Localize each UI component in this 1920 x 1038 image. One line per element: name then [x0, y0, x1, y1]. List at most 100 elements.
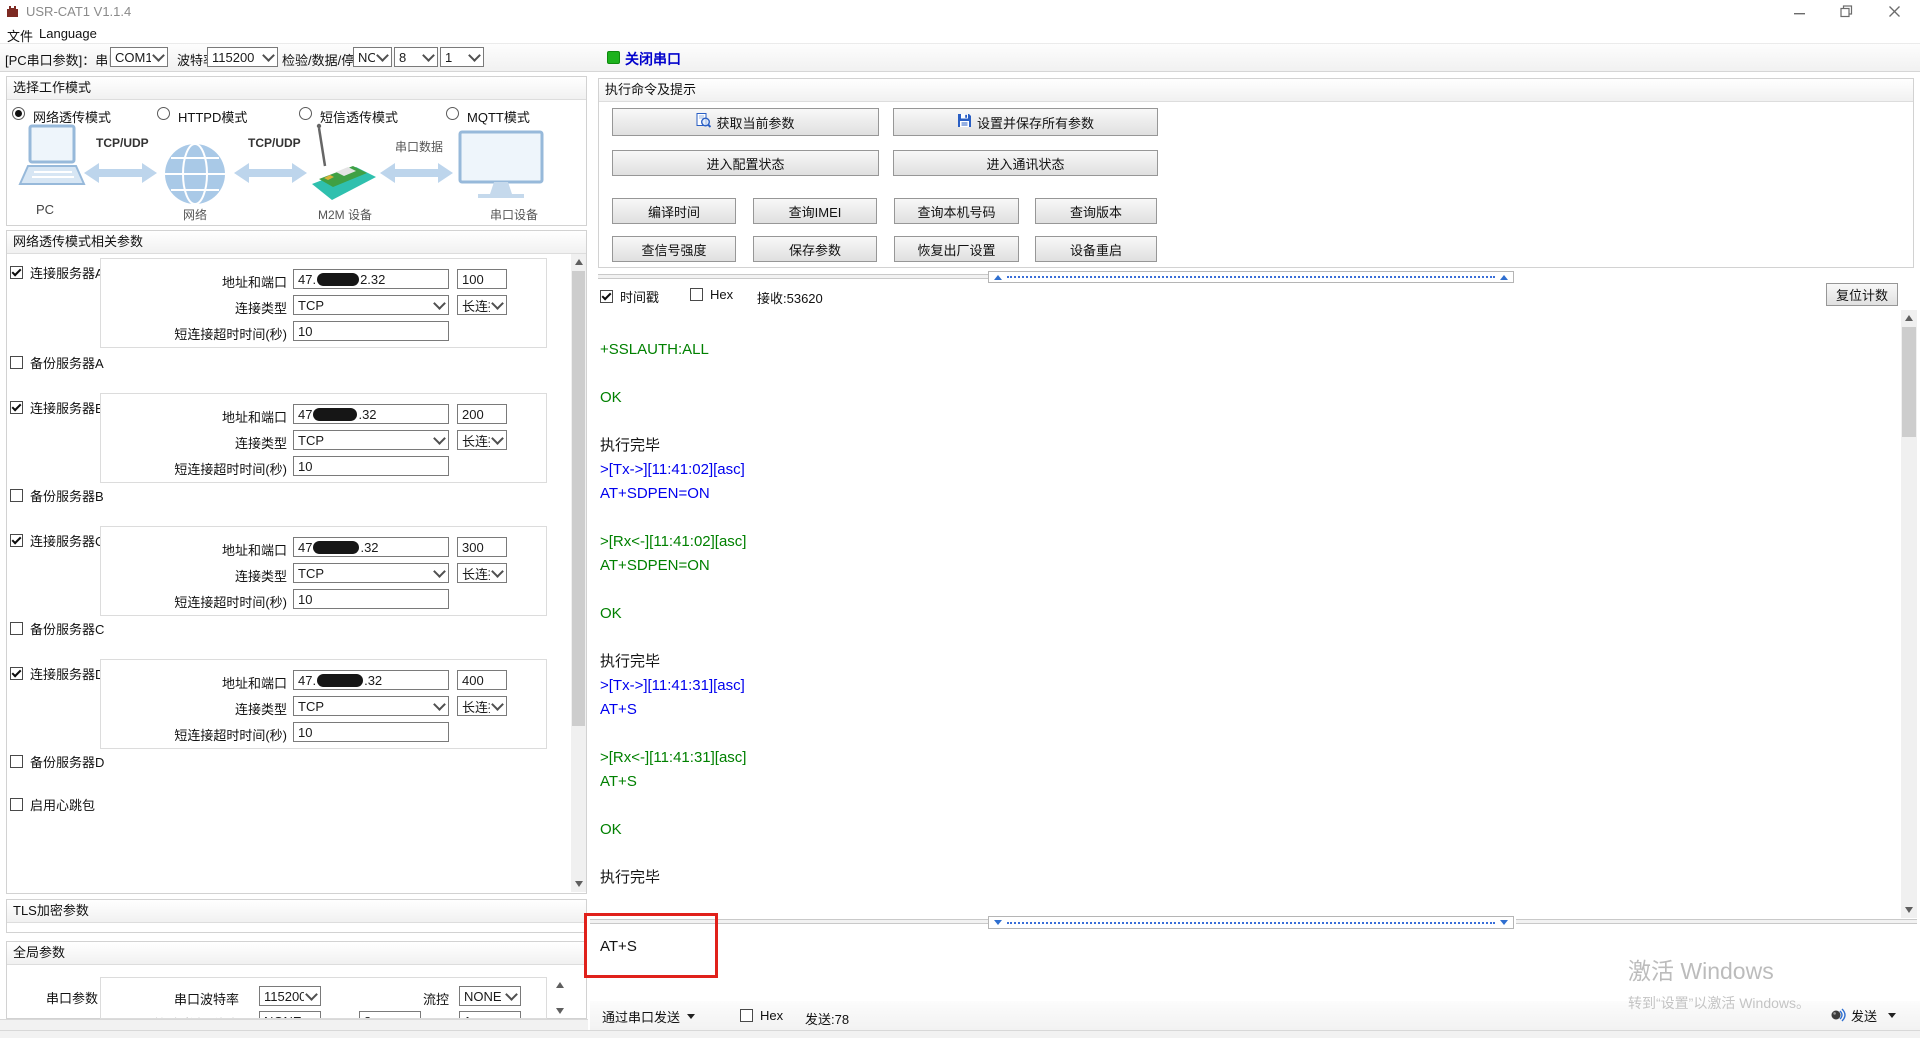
heartbeat-label: 启用心跳包 — [30, 795, 95, 814]
server-a-timeout-input[interactable]: 10 — [293, 321, 449, 341]
keep-value: 长连接 — [462, 431, 490, 450]
send-button[interactable]: 发送 — [1830, 1006, 1896, 1025]
scroll-up-icon[interactable] — [571, 254, 586, 270]
server-b-type-select[interactable]: TCP — [293, 430, 449, 450]
log-line — [600, 578, 1901, 602]
enter-comm-button[interactable]: 进入通讯状态 — [893, 150, 1158, 176]
send-hex-toggle[interactable]: Hex — [740, 1008, 783, 1023]
reset-count-button[interactable]: 复位计数 — [1826, 283, 1898, 306]
keep-value: 长连接 — [462, 564, 490, 583]
send-via-serial-button[interactable]: 通过串口发送 — [602, 1007, 695, 1026]
get-params-button[interactable]: 获取当前参数 — [612, 108, 879, 136]
com-port-select[interactable]: COM10 — [110, 47, 168, 67]
log-hex-toggle[interactable]: Hex — [690, 287, 733, 302]
enter-config-button[interactable]: 进入配置状态 — [612, 150, 879, 176]
server-b-port-input[interactable]: 200 — [457, 404, 507, 424]
radio-httpd-mode[interactable] — [157, 107, 170, 120]
serial-baud-select[interactable]: 115200 — [259, 986, 321, 1006]
server-c-backup[interactable]: 备份服务器C — [10, 619, 104, 638]
radio-sms-mode[interactable] — [299, 107, 312, 120]
timestamp-checkbox[interactable] — [600, 290, 613, 303]
mini-scroll-down-icon[interactable] — [552, 1003, 568, 1018]
close-icon[interactable] — [1888, 5, 1901, 21]
log-scrollbar-vertical[interactable] — [1901, 310, 1917, 918]
server-d-backup[interactable]: 备份服务器D — [10, 752, 104, 771]
radio-mqtt-mode[interactable] — [446, 107, 459, 120]
flow-select[interactable]: NONE — [459, 986, 521, 1006]
left-scrollbar[interactable] — [571, 254, 586, 892]
server-a-checkbox[interactable] — [10, 266, 23, 279]
query-imei-button[interactable]: 查询IMEI — [753, 198, 877, 224]
server-a-backup-checkbox[interactable] — [10, 356, 23, 369]
server-c-timeout-input[interactable]: 10 — [293, 589, 449, 609]
databits-select[interactable]: 8 — [394, 47, 438, 67]
serial-stopbits-select[interactable]: 1 — [459, 1011, 521, 1019]
device-restart-button[interactable]: 设备重启 — [1035, 236, 1157, 262]
scrollbar-thumb[interactable] — [1902, 327, 1916, 437]
heartbeat-toggle[interactable]: 启用心跳包 — [10, 795, 95, 814]
menu-item-language[interactable]: Language — [39, 26, 97, 41]
factory-reset-button[interactable]: 恢复出厂设置 — [894, 236, 1019, 262]
server-a-type-select[interactable]: TCP — [293, 295, 449, 315]
minimize-icon[interactable] — [1793, 7, 1806, 22]
scroll-up-icon[interactable] — [1901, 310, 1917, 326]
server-c-backup-checkbox[interactable] — [10, 622, 23, 635]
radio-net-transparent-mode[interactable] — [12, 107, 25, 120]
server-a-port-input[interactable]: 100 — [457, 269, 507, 289]
splitter-top[interactable] — [988, 271, 1514, 283]
server-b-backup-checkbox[interactable] — [10, 489, 23, 502]
server-c-keep-select[interactable]: 长连接 — [457, 563, 507, 583]
server-b-address-input[interactable]: 47.32 — [293, 404, 449, 424]
send-hex-checkbox[interactable] — [740, 1009, 753, 1022]
parity-select[interactable]: NONI — [353, 47, 392, 67]
server-c-address-input[interactable]: 47.32 — [293, 537, 449, 557]
server-c-enable[interactable]: 连接服务器C — [10, 531, 104, 550]
server-d-enable[interactable]: 连接服务器D — [10, 664, 104, 683]
serial-parity-select[interactable]: NONE — [259, 1011, 321, 1019]
save-params-button[interactable]: 保存参数 — [753, 236, 877, 262]
query-signal-button[interactable]: 查信号强度 — [612, 236, 736, 262]
server-d-type-select[interactable]: TCP — [293, 696, 449, 716]
server-d-address-input[interactable]: 47..32 — [293, 670, 449, 690]
set-save-params-button[interactable]: 设置并保存所有参数 — [893, 108, 1158, 136]
timestamp-toggle[interactable]: 时间戳 — [600, 287, 659, 306]
server-d-timeout-input[interactable]: 10 — [293, 722, 449, 742]
query-number-button[interactable]: 查询本机号码 — [894, 198, 1019, 224]
server-d-backup-checkbox[interactable] — [10, 755, 23, 768]
splitter-bottom[interactable] — [988, 916, 1514, 929]
serial-databits-select[interactable]: 8 — [359, 1011, 421, 1019]
server-a-address-input[interactable]: 47.2.32 — [293, 269, 449, 289]
server-c-type-select[interactable]: TCP — [293, 563, 449, 583]
scroll-down-icon[interactable] — [1901, 902, 1917, 918]
server-c-checkbox[interactable] — [10, 534, 23, 547]
heartbeat-checkbox[interactable] — [10, 798, 23, 811]
server-a-backup[interactable]: 备份服务器A — [10, 353, 104, 372]
server-d-keep-select[interactable]: 长连接 — [457, 696, 507, 716]
server-b-checkbox[interactable] — [10, 401, 23, 414]
mini-scroll-up-icon[interactable] — [552, 977, 568, 992]
scrollbar-thumb[interactable] — [572, 271, 585, 726]
restore-icon[interactable] — [1840, 5, 1853, 21]
network-params-title: 网络透传模式相关参数 — [7, 231, 586, 254]
scroll-down-icon[interactable] — [571, 876, 586, 892]
server-b-enable[interactable]: 连接服务器B — [10, 398, 104, 417]
baud-select[interactable]: 115200 — [207, 47, 278, 67]
conn-type-label: 连接类型 — [109, 566, 287, 585]
server-d-port-input[interactable]: 400 — [457, 670, 507, 690]
chevron-down-icon — [468, 49, 481, 62]
query-version-button[interactable]: 查询版本 — [1035, 198, 1157, 224]
server-b-timeout-input[interactable]: 10 — [293, 456, 449, 476]
window-title: USR-CAT1 V1.1.4 — [26, 4, 131, 19]
server-b-backup[interactable]: 备份服务器B — [10, 486, 104, 505]
compile-time-button[interactable]: 编译时间 — [612, 198, 736, 224]
stopbits-select[interactable]: 1 — [440, 47, 484, 67]
log-lines[interactable]: +SSLAUTH:ALL OK 执行完毕>[Tx->][11:41:02][as… — [590, 310, 1901, 918]
log-hex-checkbox[interactable] — [690, 288, 703, 301]
server-a-keep-select[interactable]: 长连接 — [457, 295, 507, 315]
server-b-keep-select[interactable]: 长连接 — [457, 430, 507, 450]
server-c-port-input[interactable]: 300 — [457, 537, 507, 557]
addr-port-label: 地址和端口 — [109, 540, 287, 559]
server-a-enable[interactable]: 连接服务器A — [10, 263, 104, 282]
server-d-checkbox[interactable] — [10, 667, 23, 680]
close-serial-button[interactable]: 关闭串口 — [625, 49, 681, 69]
